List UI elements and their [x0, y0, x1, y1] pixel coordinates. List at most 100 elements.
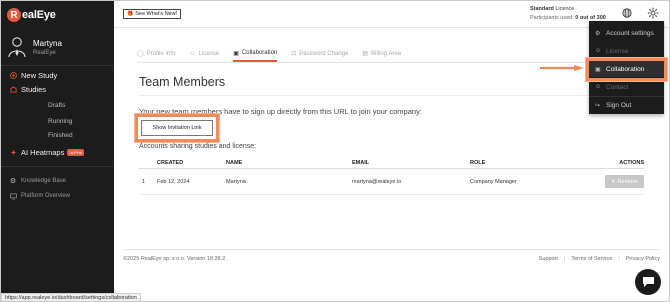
menu-item-account-settings[interactable]: ⚙ Account settings: [589, 25, 664, 41]
user-icon: ◯: [137, 51, 144, 57]
menu-item-license[interactable]: ☺ License: [589, 43, 664, 59]
close-icon: ✕: [610, 178, 616, 185]
remove-label: Remove: [617, 178, 639, 185]
lock-icon: ⊡: [291, 51, 297, 57]
sidebar-item-new-study[interactable]: New Study: [1, 68, 114, 82]
user-profile[interactable]: Martyna RealEye: [8, 36, 62, 58]
briefcase-icon: ▣: [233, 50, 239, 57]
pointer-arrow-icon: [540, 65, 584, 71]
license-word: Licence: [555, 6, 575, 12]
plus-circle-icon: [9, 71, 17, 79]
sidebar-item-label: Running: [48, 117, 73, 125]
sign-out-icon: ↪: [595, 102, 601, 109]
table-header: CREATED NAME EMAIL ROLE ACTIONS: [139, 158, 644, 169]
footer-links: Support | Terms of Service | Privacy Pol…: [533, 256, 660, 262]
sidebar-item-label: Platform Overview: [21, 193, 71, 199]
whats-new-button[interactable]: 🎁 See What's New!: [123, 9, 182, 19]
sidebar-divider: [1, 65, 114, 66]
copyright-text: ©2025 RealEye sp. z o.o. Version 18.28.2…: [123, 256, 227, 262]
app-window: R ealEye Martyna RealEye New Study Studi…: [0, 0, 670, 302]
license-info: Standard Licence Participants used: 0 ou…: [530, 6, 606, 21]
collaboration-menu-highlight: [586, 58, 667, 81]
sidebar-item-label: Finished: [48, 131, 73, 139]
col-header-role: ROLE: [470, 160, 486, 166]
row-role: Company Manager: [470, 178, 517, 185]
col-header-created: CREATED: [157, 160, 184, 166]
footer-separator: |: [618, 256, 620, 262]
tab-profile-info[interactable]: ◯ Profile Info: [137, 46, 175, 62]
menu-item-contact[interactable]: ☺ Contact: [589, 79, 664, 95]
user-avatar-icon: [8, 37, 26, 58]
show-invitation-link-button[interactable]: Show Invitation Link: [141, 120, 213, 136]
menu-item-label: License: [606, 47, 629, 55]
sidebar-divider: [1, 166, 114, 167]
team-members-table: CREATED NAME EMAIL ROLE ACTIONS 1 Feb 12…: [139, 158, 644, 195]
row-name: Martyna: [226, 178, 246, 185]
top-bar: 🎁 See What's New! Standard Licence Parti…: [114, 1, 669, 28]
terms-link[interactable]: Terms of Service: [571, 256, 612, 262]
license-plan: Standard: [530, 6, 554, 12]
menu-item-sign-out[interactable]: ↪ Sign Out: [589, 97, 664, 113]
menu-item-label: Account settings: [606, 29, 654, 37]
sidebar-item-label: Studies: [21, 84, 47, 94]
status-bar-url: https://app.realeye.io/dashboard/setting…: [1, 293, 141, 301]
footer-separator: |: [563, 256, 566, 262]
logo-text: ealEye: [22, 9, 56, 21]
row-created: Feb 12, 2024: [157, 178, 190, 185]
tab-password-change[interactable]: ⊡ Password Change: [291, 46, 348, 62]
whats-new-label: See What's New!: [135, 11, 178, 17]
sidebar-item-ai-heatmaps[interactable]: AI Heatmaps ALPHA: [1, 145, 114, 159]
table-row: 1 Feb 12, 2024 Martyna martyna@realeye.i…: [139, 169, 644, 195]
col-header-email: EMAIL: [352, 160, 370, 166]
accounts-label: Accounts sharing studies and license:: [139, 143, 257, 150]
tab-billing-area[interactable]: ▤ Billing Area: [362, 46, 401, 62]
tab-label: Billing Area: [371, 50, 402, 57]
menu-item-label: Sign Out: [606, 101, 632, 109]
participants-label: Participants used:: [530, 15, 574, 21]
remove-button[interactable]: ✕ Remove: [605, 175, 644, 188]
tab-license[interactable]: ☺ License: [189, 46, 219, 62]
billing-icon: ▤: [362, 51, 368, 57]
heatmap-icon: [9, 148, 17, 156]
sidebar-item-knowledge-base[interactable]: ⚙ Knowledge Base: [1, 174, 114, 188]
tab-label: License: [198, 50, 220, 57]
alpha-badge: ALPHA: [67, 148, 85, 156]
support-link[interactable]: Support: [539, 256, 558, 262]
tab-collaboration[interactable]: ▣ Collaboration: [233, 46, 278, 62]
col-header-name: NAME: [226, 160, 243, 166]
monitor-icon: [9, 192, 17, 200]
col-header-actions: ACTIONS: [619, 160, 644, 166]
license-icon: ☺: [595, 48, 602, 54]
studies-icon: [9, 85, 17, 93]
chat-bubble-button[interactable]: [635, 269, 661, 295]
page-title: Team Members: [139, 75, 226, 89]
contact-icon: ☺: [595, 84, 602, 90]
sidebar-item-studies[interactable]: Studies: [1, 82, 114, 96]
privacy-link[interactable]: Privacy Policy: [626, 256, 660, 262]
user-name: Martyna: [33, 38, 62, 48]
gear-icon: ⚙: [595, 30, 601, 37]
globe-icon[interactable]: [622, 8, 632, 18]
tab-label: Profile Info: [146, 50, 176, 57]
sidebar-item-label: Drafts: [48, 101, 66, 109]
license-icon: ☺: [189, 50, 196, 57]
sidebar-item-platform-overview[interactable]: Platform Overview: [1, 189, 114, 203]
user-company: RealEye: [33, 49, 56, 56]
logo-mark: R: [7, 8, 21, 22]
realeye-logo[interactable]: R ealEye: [7, 6, 56, 24]
sidebar-item-label: Knowledge Base: [21, 178, 67, 184]
footer-divider: [123, 249, 659, 250]
sidebar: R ealEye Martyna RealEye New Study Studi…: [1, 1, 114, 301]
row-index: 1: [142, 178, 146, 185]
sidebar-item-label: AI Heatmaps: [21, 147, 65, 157]
menu-item-label: Contact: [606, 83, 629, 91]
settings-gear-icon[interactable]: [647, 7, 659, 19]
title-divider: [139, 95, 659, 96]
tab-label: Collaboration: [241, 50, 278, 56]
chat-icon: [642, 277, 654, 287]
row-email: martyna@realeye.io: [352, 178, 402, 185]
gear-icon: ⚙: [9, 178, 17, 185]
settings-tabs: ◯ Profile Info ☺ License ▣ Collaboration…: [137, 46, 415, 62]
tab-label: Password Change: [299, 50, 349, 57]
gift-icon: 🎁: [127, 11, 134, 17]
